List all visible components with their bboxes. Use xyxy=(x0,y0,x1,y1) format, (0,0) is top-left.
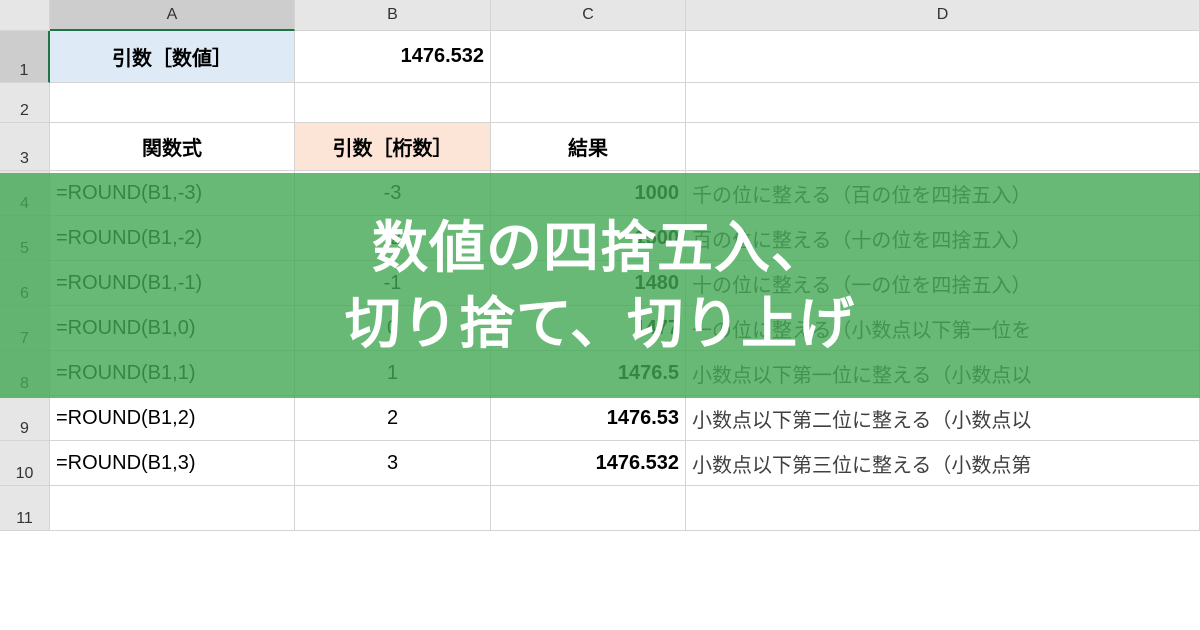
row-header-11[interactable]: 11 xyxy=(0,486,50,531)
cell-b11[interactable] xyxy=(295,486,491,531)
cell-c2[interactable] xyxy=(491,83,686,123)
cell-b9[interactable]: 2 xyxy=(295,396,491,441)
cell-d10[interactable]: 小数点以下第三位に整える（小数点第 xyxy=(686,441,1200,486)
overlay-line2: 切り捨て、切り上げ xyxy=(345,292,855,355)
cell-d9[interactable]: 小数点以下第二位に整える（小数点以 xyxy=(686,396,1200,441)
overlay-line1: 数値の四捨五入、 xyxy=(372,216,828,279)
col-header-b[interactable]: B xyxy=(295,0,491,31)
col-header-a[interactable]: A xyxy=(50,0,295,31)
cell-d2[interactable] xyxy=(686,83,1200,123)
cell-a2[interactable] xyxy=(50,83,295,123)
title-overlay: 数値の四捨五入、 切り捨て、切り上げ xyxy=(0,173,1200,398)
cell-a1[interactable]: 引数［数値］ xyxy=(50,31,295,83)
cell-a9[interactable]: =ROUND(B1,2) xyxy=(50,396,295,441)
cell-b10[interactable]: 3 xyxy=(295,441,491,486)
cell-d3[interactable] xyxy=(686,123,1200,171)
corner-select-all[interactable] xyxy=(0,0,50,31)
cell-a11[interactable] xyxy=(50,486,295,531)
cell-b3[interactable]: 引数［桁数］ xyxy=(295,123,491,171)
row-header-2[interactable]: 2 xyxy=(0,83,50,123)
cell-b1[interactable]: 1476.532 xyxy=(295,31,491,83)
cell-a10[interactable]: =ROUND(B1,3) xyxy=(50,441,295,486)
cell-c3[interactable]: 結果 xyxy=(491,123,686,171)
col-header-d[interactable]: D xyxy=(686,0,1200,31)
cell-d1[interactable] xyxy=(686,31,1200,83)
cell-c10[interactable]: 1476.532 xyxy=(491,441,686,486)
cell-c9[interactable]: 1476.53 xyxy=(491,396,686,441)
row-header-10[interactable]: 10 xyxy=(0,441,50,486)
row-header-9[interactable]: 9 xyxy=(0,396,50,441)
row-header-3[interactable]: 3 xyxy=(0,123,50,171)
col-header-c[interactable]: C xyxy=(491,0,686,31)
row-header-1[interactable]: 1 xyxy=(0,31,50,83)
cell-d11[interactable] xyxy=(686,486,1200,531)
cell-a3[interactable]: 関数式 xyxy=(50,123,295,171)
cell-b2[interactable] xyxy=(295,83,491,123)
cell-c11[interactable] xyxy=(491,486,686,531)
cell-c1[interactable] xyxy=(491,31,686,83)
